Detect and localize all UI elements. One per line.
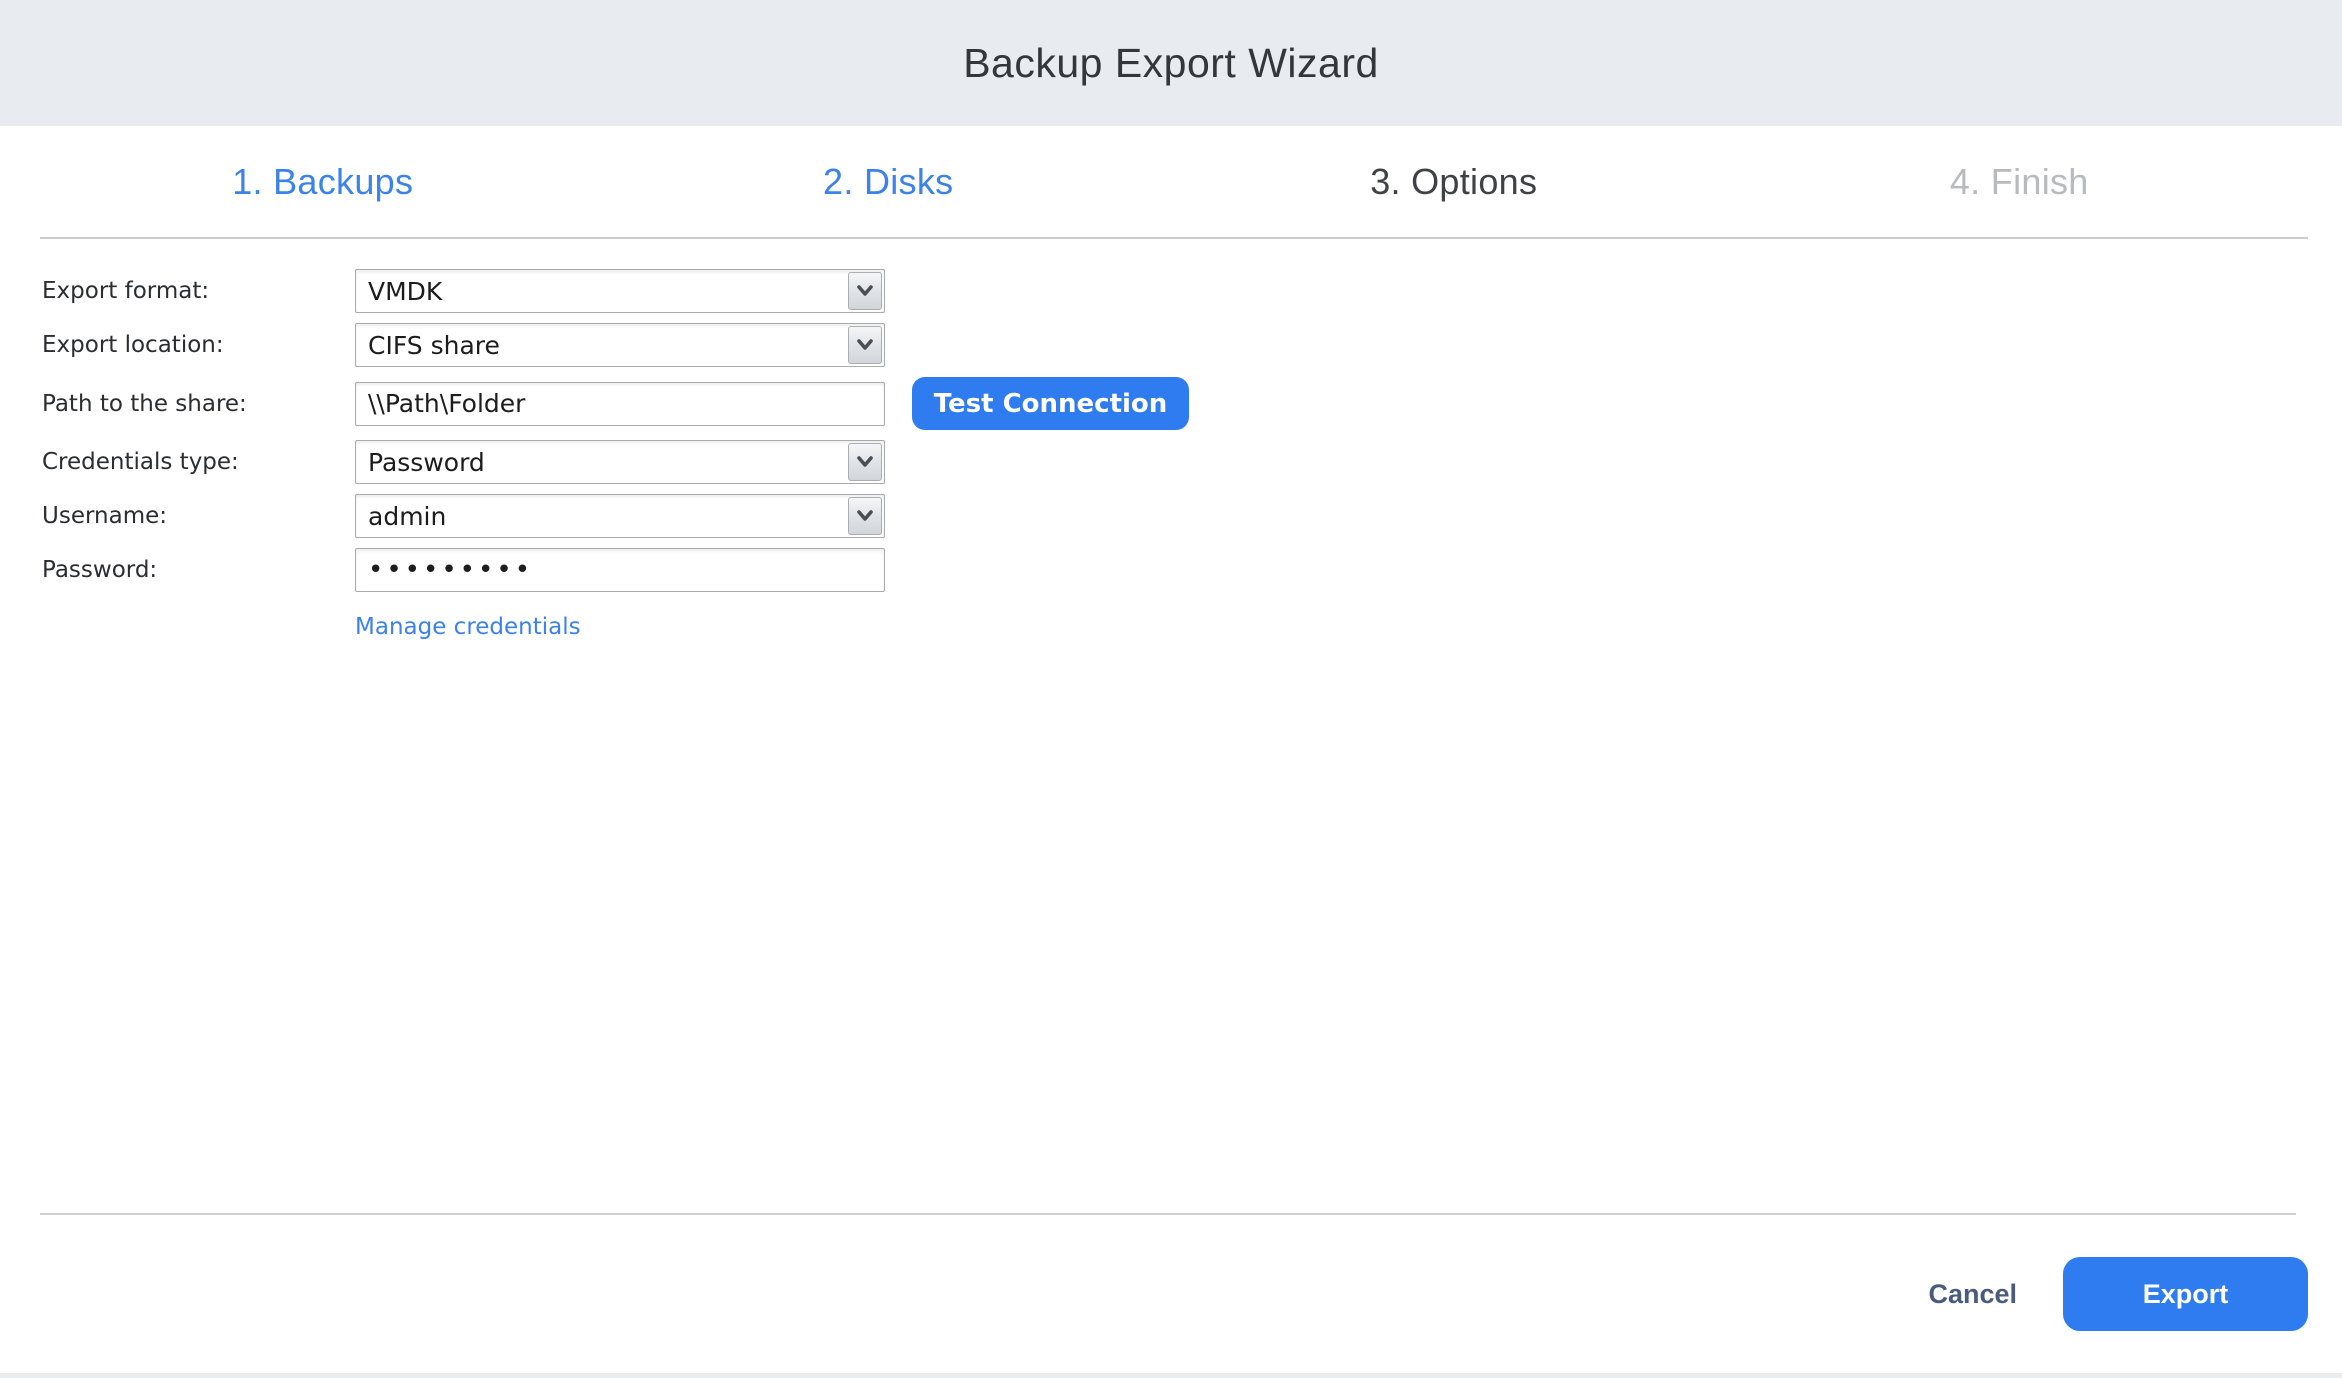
- form-row-username: Username: admin: [42, 494, 1189, 538]
- chevron-down-icon[interactable]: [848, 326, 882, 364]
- export-location-value: CIFS share: [358, 326, 848, 364]
- step-disks[interactable]: 2. Disks: [606, 126, 1172, 237]
- form-row-credentials-type: Credentials type: Password: [42, 440, 1189, 484]
- form-row-share-path: Path to the share: Test Connection: [42, 377, 1189, 430]
- backup-export-wizard-dialog: Backup Export Wizard 1. Backups 2. Disks…: [0, 0, 2342, 1378]
- form-row-export-location: Export location: CIFS share: [42, 323, 1189, 367]
- manage-credentials-link[interactable]: Manage credentials: [355, 614, 581, 640]
- credentials-type-label: Credentials type:: [42, 449, 355, 475]
- export-format-label: Export format:: [42, 278, 355, 304]
- credentials-type-value: Password: [358, 443, 848, 481]
- wizard-header: Backup Export Wizard: [0, 0, 2342, 126]
- manage-credentials-row: Manage credentials: [42, 614, 1189, 640]
- username-value: admin: [358, 497, 848, 535]
- export-button[interactable]: Export: [2063, 1257, 2308, 1331]
- export-location-label: Export location:: [42, 332, 355, 358]
- step-backups[interactable]: 1. Backups: [40, 126, 606, 237]
- share-path-label: Path to the share:: [42, 391, 355, 417]
- chevron-down-icon[interactable]: [848, 443, 882, 481]
- export-location-select[interactable]: CIFS share: [355, 323, 885, 367]
- chevron-down-icon[interactable]: [848, 272, 882, 310]
- share-path-input[interactable]: [355, 382, 885, 426]
- password-input[interactable]: [355, 548, 885, 592]
- export-options-form: Export format: VMDK Export location: CIF…: [42, 269, 1189, 640]
- window-bottom-edge: [0, 1373, 2342, 1378]
- test-connection-button[interactable]: Test Connection: [912, 377, 1189, 430]
- wizard-steps-nav: 1. Backups 2. Disks 3. Options 4. Finish: [40, 126, 2302, 237]
- steps-divider: [40, 237, 2308, 239]
- step-options: 3. Options: [1171, 126, 1737, 237]
- cancel-button[interactable]: Cancel: [1928, 1279, 2017, 1310]
- credentials-type-select[interactable]: Password: [355, 440, 885, 484]
- form-row-password: Password:: [42, 548, 1189, 592]
- export-format-value: VMDK: [358, 272, 848, 310]
- username-select[interactable]: admin: [355, 494, 885, 538]
- footer-bar: Cancel Export: [0, 1215, 2342, 1373]
- username-label: Username:: [42, 503, 355, 529]
- page-title: Backup Export Wizard: [963, 40, 1379, 87]
- password-label: Password:: [42, 557, 355, 583]
- form-row-export-format: Export format: VMDK: [42, 269, 1189, 313]
- chevron-down-icon[interactable]: [848, 497, 882, 535]
- export-format-select[interactable]: VMDK: [355, 269, 885, 313]
- step-finish: 4. Finish: [1737, 126, 2303, 237]
